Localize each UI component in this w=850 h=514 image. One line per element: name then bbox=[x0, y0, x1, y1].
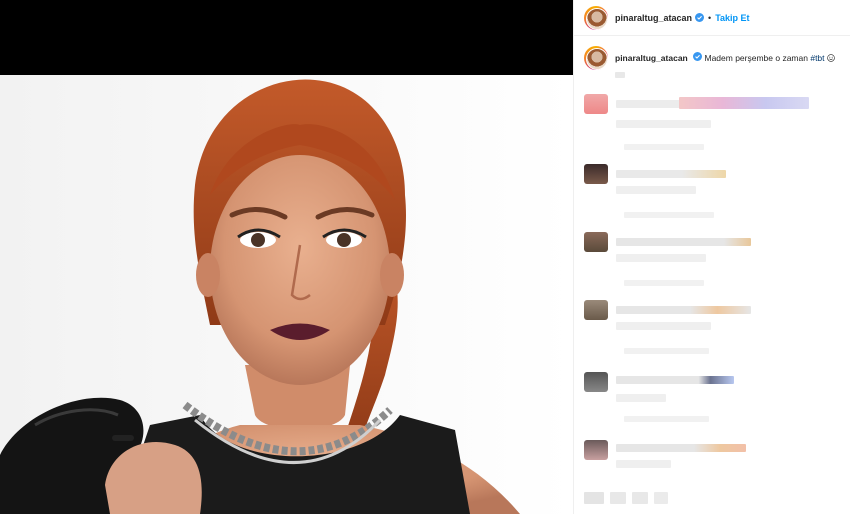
caption-hashtag[interactable]: #tbt bbox=[810, 53, 824, 63]
comment-meta-blurred bbox=[624, 280, 704, 286]
comment-avatar[interactable] bbox=[584, 232, 608, 252]
portrait-photo bbox=[0, 75, 573, 514]
caption-text: pinaraltug_atacan Madem perşembe o zaman… bbox=[615, 52, 835, 64]
comment-meta-blurred bbox=[624, 144, 704, 150]
comment-body-blurred bbox=[616, 120, 711, 128]
comment-item bbox=[584, 372, 846, 422]
caption-body: Madem perşembe o zaman bbox=[704, 53, 808, 63]
comment-text-blurred bbox=[616, 444, 746, 452]
comment-item bbox=[584, 300, 846, 354]
comment-text-blurred bbox=[616, 170, 726, 178]
profile-avatar[interactable] bbox=[584, 5, 608, 30]
comment-text-blurred bbox=[616, 238, 751, 246]
comment-avatar[interactable] bbox=[584, 164, 608, 184]
post-header: pinaraltug_atacan • Takip Et bbox=[574, 0, 850, 36]
header-username[interactable]: pinaraltug_atacan bbox=[615, 13, 692, 23]
comment-emoji-blurred bbox=[679, 97, 809, 109]
caption-avatar[interactable] bbox=[584, 46, 608, 70]
post-caption: pinaraltug_atacan Madem perşembe o zaman… bbox=[584, 46, 846, 70]
comment-avatar[interactable] bbox=[584, 372, 608, 392]
post-side-panel: pinaraltug_atacan • Takip Et pinaraltug_… bbox=[573, 0, 850, 514]
verified-badge-icon bbox=[693, 52, 703, 61]
comment-item bbox=[584, 440, 846, 490]
comment-avatar[interactable] bbox=[584, 94, 608, 114]
comment-text-blurred bbox=[616, 376, 734, 384]
post-media[interactable] bbox=[0, 0, 573, 514]
caption-username[interactable]: pinaraltug_atacan bbox=[615, 53, 688, 63]
comment-meta-blurred bbox=[624, 212, 714, 218]
comment-body-blurred bbox=[616, 460, 671, 468]
comment-body-blurred bbox=[616, 322, 711, 330]
action-icon-blurred[interactable] bbox=[632, 492, 648, 504]
caption-timestamp-blurred bbox=[615, 72, 625, 78]
comment-meta-blurred bbox=[624, 416, 709, 422]
comment-body-blurred bbox=[616, 394, 666, 402]
comment-item bbox=[584, 94, 846, 150]
comment-body-blurred bbox=[616, 186, 696, 194]
verified-badge-icon bbox=[695, 13, 705, 22]
action-icon-blurred[interactable] bbox=[584, 492, 604, 504]
comment-avatar[interactable] bbox=[584, 300, 608, 320]
action-icon-blurred[interactable] bbox=[610, 492, 626, 504]
smile-emoji-icon bbox=[827, 54, 835, 62]
comment-text-blurred bbox=[616, 306, 751, 314]
comment-item bbox=[584, 164, 846, 218]
comment-avatar[interactable] bbox=[584, 440, 608, 460]
media-letterbox bbox=[0, 0, 573, 75]
follow-button[interactable]: Takip Et bbox=[715, 13, 749, 23]
instagram-post-view: pinaraltug_atacan • Takip Et pinaraltug_… bbox=[0, 0, 850, 514]
comment-item bbox=[584, 232, 846, 286]
action-icon-blurred[interactable] bbox=[654, 492, 668, 504]
header-separator: • bbox=[708, 12, 712, 23]
comment-meta-blurred bbox=[624, 348, 709, 354]
comment-body-blurred bbox=[616, 254, 706, 262]
